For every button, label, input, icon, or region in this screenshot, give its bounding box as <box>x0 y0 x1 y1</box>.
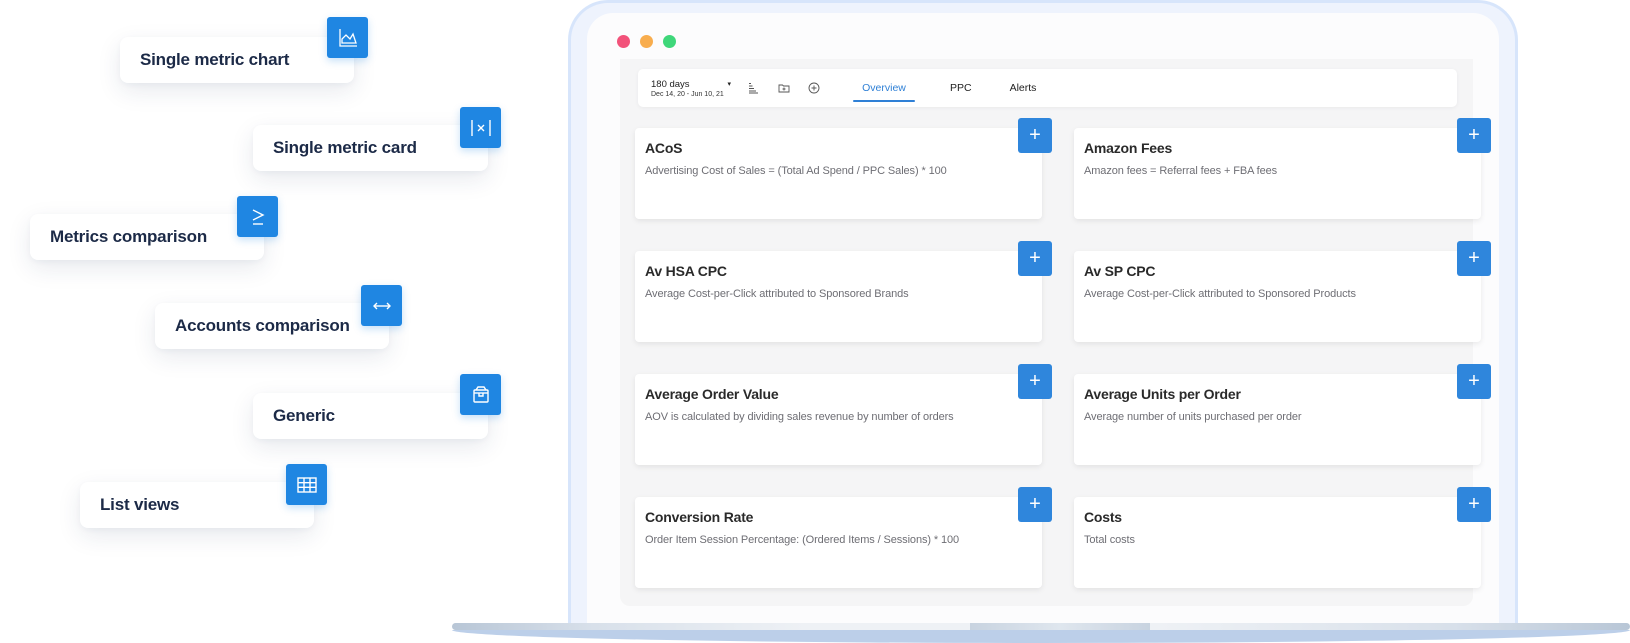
metric-card: Conversion Rate Order Item Session Perce… <box>635 487 1052 588</box>
chip-label: Generic <box>273 406 335 425</box>
widget-type-accounts-comparison[interactable]: Accounts comparison <box>155 303 389 349</box>
double-arrow-icon[interactable] <box>361 285 402 326</box>
metric-description: AOV is calculated by dividing sales reve… <box>645 411 954 423</box>
metric-card: Costs Total costs + <box>1074 487 1491 588</box>
tab-label: Alerts <box>1009 82 1037 94</box>
date-range-select[interactable]: 180 days Dec 14, 20 - Jun 10, 21 ▾ <box>651 79 731 98</box>
chevron-down-icon: ▾ <box>727 80 731 88</box>
widget-type-metrics-comparison[interactable]: Metrics comparison <box>30 214 264 260</box>
metric-title: Amazon Fees <box>1084 140 1173 156</box>
greater-equal-icon[interactable] <box>237 196 278 237</box>
folder-add-icon[interactable] <box>777 81 791 95</box>
widget-type-single-metric-chart[interactable]: Single metric chart <box>120 37 354 83</box>
add-metric-button[interactable]: + <box>1018 241 1052 276</box>
laptop-screen: 180 days Dec 14, 20 - Jun 10, 21 ▾ Overv… <box>568 0 1518 628</box>
table-grid-icon[interactable] <box>286 464 327 505</box>
bar-sort-icon[interactable] <box>747 81 761 95</box>
box-icon[interactable] <box>460 374 501 415</box>
metric-title: Av HSA CPC <box>645 263 727 279</box>
chip-label: Single metric card <box>273 138 417 157</box>
widget-type-single-metric-card[interactable]: Single metric card <box>253 125 488 171</box>
tab-ppc[interactable]: PPC <box>943 69 979 107</box>
metric-title: Average Units per Order <box>1084 386 1241 402</box>
maximize-window-dot[interactable] <box>663 35 676 48</box>
widget-type-list-views[interactable]: List views <box>80 482 314 528</box>
metric-description: Order Item Session Percentage: (Ordered … <box>645 534 960 546</box>
dashboard-area: 180 days Dec 14, 20 - Jun 10, 21 ▾ Overv… <box>620 59 1491 606</box>
laptop-base-notch <box>970 623 1150 630</box>
metric-description: Average number of units purchased per or… <box>1084 411 1302 423</box>
metric-title: ACoS <box>645 140 683 156</box>
add-metric-button[interactable]: + <box>1457 487 1491 522</box>
add-metric-button[interactable]: + <box>1457 241 1491 276</box>
close-window-dot[interactable] <box>617 35 630 48</box>
date-range-dates: Dec 14, 20 - Jun 10, 21 <box>651 90 724 98</box>
metric-description: Average Cost-per-Click attributed to Spo… <box>645 288 909 300</box>
metric-card: Av SP CPC Average Cost-per-Click attribu… <box>1074 241 1491 342</box>
widget-type-generic[interactable]: Generic <box>253 393 488 439</box>
minimize-window-dot[interactable] <box>640 35 653 48</box>
laptop-base-bottom <box>452 630 1630 643</box>
laptop-base <box>452 623 1630 643</box>
date-range-label: 180 days <box>651 78 690 90</box>
tab-label: PPC <box>950 82 972 94</box>
metric-card: Average Units per Order Average number o… <box>1074 364 1491 465</box>
add-metric-button[interactable]: + <box>1457 118 1491 153</box>
app-window: 180 days Dec 14, 20 - Jun 10, 21 ▾ Overv… <box>587 13 1499 628</box>
metric-card: Amazon Fees Amazon fees = Referral fees … <box>1074 118 1491 219</box>
metric-cards-grid: ACoS Advertising Cost of Sales = (Total … <box>635 118 1491 588</box>
metric-title: Average Order Value <box>645 386 779 402</box>
add-circle-icon[interactable] <box>807 81 821 95</box>
chip-label: Single metric chart <box>140 50 290 69</box>
dashboard-tabs: Overview PPC Alerts <box>853 69 1043 107</box>
metric-title: Conversion Rate <box>645 509 754 525</box>
metric-description: Amazon fees = Referral fees + FBA fees <box>1084 165 1278 177</box>
tab-label: Overview <box>862 82 906 94</box>
add-metric-button[interactable]: + <box>1018 364 1052 399</box>
toolbar: 180 days Dec 14, 20 - Jun 10, 21 ▾ Overv… <box>638 69 1457 107</box>
metric-title: Av SP CPC <box>1084 263 1156 279</box>
add-metric-button[interactable]: + <box>1018 118 1052 153</box>
chip-label: Accounts comparison <box>175 316 350 335</box>
metric-card: Average Order Value AOV is calculated by… <box>635 364 1052 465</box>
abs-value-icon[interactable] <box>460 107 501 148</box>
metric-description: Total costs <box>1084 534 1135 546</box>
metric-description: Average Cost-per-Click attributed to Spo… <box>1084 288 1356 300</box>
tab-alerts[interactable]: Alerts <box>1003 69 1044 107</box>
metric-card: ACoS Advertising Cost of Sales = (Total … <box>635 118 1052 219</box>
chip-label: Metrics comparison <box>50 227 208 246</box>
add-metric-button[interactable]: + <box>1018 487 1052 522</box>
add-metric-button[interactable]: + <box>1457 364 1491 399</box>
area-chart-icon[interactable] <box>327 17 368 58</box>
metric-title: Costs <box>1084 509 1122 525</box>
metric-description: Advertising Cost of Sales = (Total Ad Sp… <box>645 165 947 177</box>
metric-card: Av HSA CPC Average Cost-per-Click attrib… <box>635 241 1052 342</box>
chip-label: List views <box>100 495 180 514</box>
window-controls <box>617 35 676 48</box>
tab-overview[interactable]: Overview <box>853 69 915 107</box>
